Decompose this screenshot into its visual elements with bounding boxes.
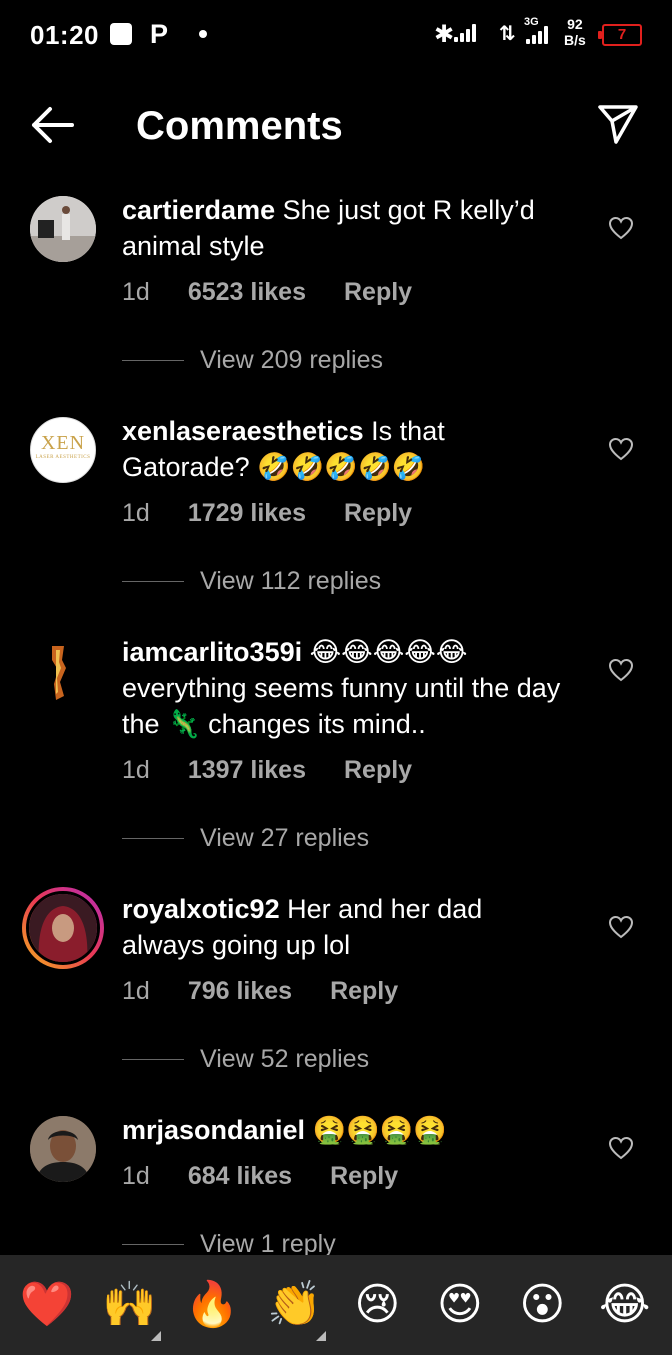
more-notifications-icon <box>199 30 207 38</box>
comment-meta: 1d 6523 likes Reply <box>122 278 412 307</box>
reply-button[interactable]: Reply <box>330 977 398 1006</box>
skin-tone-indicator <box>315 1331 326 1341</box>
comment-body: 🤮🤮🤮🤮 <box>312 1115 448 1145</box>
view-replies-button[interactable]: View 52 replies <box>122 1045 369 1074</box>
comment-meta: 1d 1729 likes Reply <box>122 499 412 528</box>
like-button[interactable] <box>608 658 634 682</box>
emoji-reaction-bar: ❤️ 🙌 🔥 👏 😢 😍 😮 😂 <box>0 1255 672 1355</box>
comment-likes[interactable]: 1397 likes <box>188 756 306 785</box>
avatar-story-ring[interactable] <box>22 887 104 969</box>
emoji-heart-button[interactable]: ❤️ <box>12 1275 82 1335</box>
comment-time: 1d <box>122 756 150 784</box>
emoji-surprised-button[interactable]: 😮 <box>507 1275 577 1335</box>
comment-text: royalxotic92 Her and her dad always goin… <box>122 891 572 963</box>
view-replies-button[interactable]: View 209 replies <box>122 346 383 375</box>
avatar-logo-subtext: LASER AESTHETICS <box>35 455 91 460</box>
battery-icon: 7 <box>598 24 642 46</box>
signal-icon <box>454 24 476 42</box>
avatar[interactable] <box>30 638 96 704</box>
view-replies-button[interactable]: View 27 replies <box>122 824 369 853</box>
back-arrow-icon <box>32 107 74 143</box>
comment-likes[interactable]: 6523 likes <box>188 278 306 307</box>
comment-username[interactable]: royalxotic92 <box>122 894 280 924</box>
emoji-laughing-button[interactable]: 😂 <box>590 1275 660 1335</box>
heart-icon <box>608 658 634 682</box>
page-title: Comments <box>136 104 343 148</box>
comment-time: 1d <box>122 1162 150 1190</box>
signal-icon-2 <box>526 26 548 44</box>
like-button[interactable] <box>608 915 634 939</box>
network-speed-value: 92 <box>567 16 583 32</box>
divider <box>122 1059 184 1060</box>
header: Comments <box>0 88 672 164</box>
emoji-raised-hands: 🙌 <box>102 1280 158 1329</box>
like-button[interactable] <box>608 1136 634 1160</box>
notification-icon <box>110 23 132 45</box>
avatar-logo-text: XEN <box>40 432 86 454</box>
comment-username[interactable]: cartierdame <box>122 195 275 225</box>
view-replies-label: View 52 replies <box>200 1045 370 1073</box>
network-speed: 92 B/s <box>564 16 586 48</box>
heart-icon <box>608 1136 634 1160</box>
emoji-clap: 👏 <box>267 1280 323 1329</box>
data-transfer-icon: ⇅ <box>499 23 516 45</box>
comment-username[interactable]: mrjasondaniel <box>122 1115 305 1145</box>
p-app-icon: P <box>150 19 169 49</box>
bluetooth-icon: ✱ <box>434 21 455 48</box>
comment-time: 1d <box>122 977 150 1005</box>
comment-time: 1d <box>122 278 150 306</box>
divider <box>122 360 184 361</box>
avatar[interactable] <box>30 196 96 262</box>
view-replies-label: View 112 replies <box>200 567 382 595</box>
status-bar: 01:20 P ✱ ⇅ 3G 92 B/s 7 <box>0 0 672 70</box>
comment-text: cartierdame She just got R kelly’d anima… <box>122 192 572 264</box>
comment-likes[interactable]: 796 likes <box>188 977 292 1006</box>
avatar <box>26 891 100 965</box>
network-speed-unit: B/s <box>564 32 586 48</box>
skin-tone-indicator <box>150 1331 161 1341</box>
emoji-clap-button[interactable]: 👏 <box>260 1275 330 1341</box>
view-replies-label: View 27 replies <box>200 824 370 852</box>
divider <box>122 581 184 582</box>
comment-username[interactable]: iamcarlito359i <box>122 637 302 667</box>
reply-button[interactable]: Reply <box>344 499 412 528</box>
reply-button[interactable]: Reply <box>330 1162 398 1191</box>
view-replies-label: View 209 replies <box>200 346 383 374</box>
like-button[interactable] <box>608 437 634 461</box>
comment-username[interactable]: xenlaseraesthetics <box>122 416 364 446</box>
heart-icon <box>608 216 634 240</box>
status-time: 01:20 <box>30 20 99 50</box>
comment-meta: 1d 684 likes Reply <box>122 1162 398 1191</box>
heart-icon <box>608 437 634 461</box>
divider <box>122 1244 184 1245</box>
comment-text: mrjasondaniel 🤮🤮🤮🤮 <box>122 1112 572 1148</box>
view-replies-button[interactable]: View 112 replies <box>122 567 381 596</box>
emoji-heart-eyes-button[interactable]: 😍 <box>425 1275 495 1335</box>
comment-meta: 1d 1397 likes Reply <box>122 756 412 785</box>
comment-likes[interactable]: 684 likes <box>188 1162 292 1191</box>
emoji-fire-button[interactable]: 🔥 <box>177 1275 247 1335</box>
send-icon <box>598 105 638 144</box>
comment-text: xenlaseraesthetics Is that Gatorade? 🤣🤣🤣… <box>122 413 572 485</box>
emoji-raised-hands-button[interactable]: 🙌 <box>95 1275 165 1341</box>
like-button[interactable] <box>608 216 634 240</box>
comment-time: 1d <box>122 499 150 527</box>
divider <box>122 838 184 839</box>
share-button[interactable] <box>596 102 640 146</box>
comment-meta: 1d 796 likes Reply <box>122 977 398 1006</box>
reply-button[interactable]: Reply <box>344 756 412 785</box>
reply-button[interactable]: Reply <box>344 278 412 307</box>
emoji-cry-button[interactable]: 😢 <box>342 1275 412 1335</box>
comment-text: iamcarlito359i 😂😂😂😂😂 everything seems fu… <box>122 634 572 742</box>
avatar[interactable] <box>30 1116 96 1182</box>
heart-icon <box>608 915 634 939</box>
back-button[interactable] <box>28 104 76 146</box>
comment-likes[interactable]: 1729 likes <box>188 499 306 528</box>
avatar[interactable]: XEN LASER AESTHETICS <box>30 417 96 483</box>
